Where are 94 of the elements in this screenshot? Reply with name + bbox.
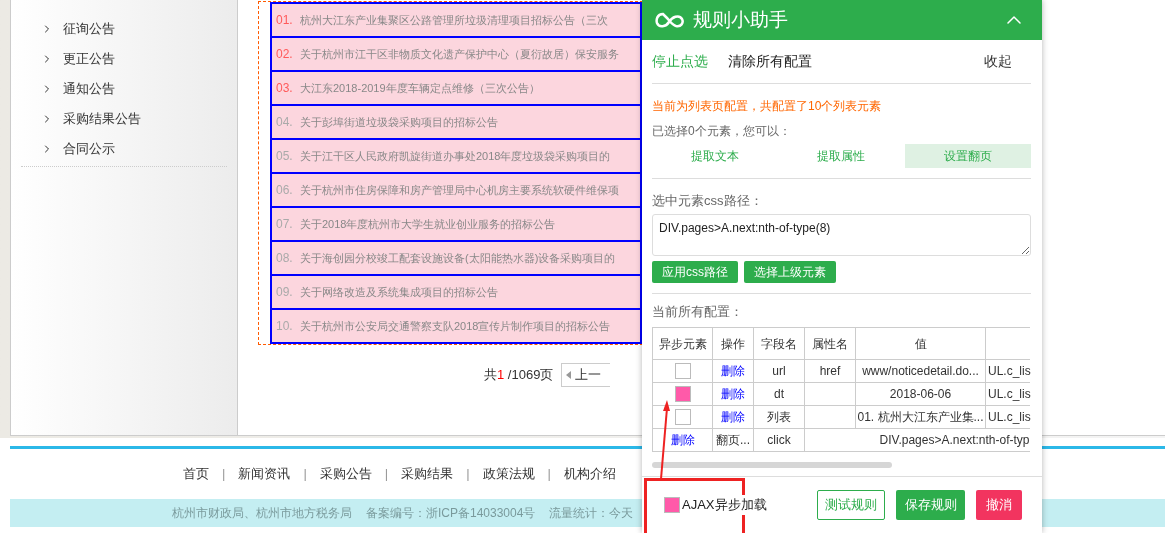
nav-separator: | [547, 465, 551, 484]
notice-title[interactable]: 关于彭埠街道垃圾袋采购项目的招标公告 [300, 113, 498, 131]
list-row[interactable]: 01. 杭州大江东产业集聚区公路管理所垃圾清理项目招标公告（三次 [270, 2, 642, 38]
caret-icon [566, 371, 572, 379]
item-number: 02. [276, 46, 294, 63]
previous-page-button[interactable]: 上一 [561, 363, 611, 387]
notice-title[interactable]: 关于杭州市公安局交通警察支队2018宣传片制作项目的招标公告 [300, 317, 611, 335]
list-row[interactable]: 03. 大江东2018-2019年度车辆定点维修（三次公告） [270, 70, 642, 106]
selection-info: 已选择0个元素，您可以： [652, 123, 792, 140]
path-button[interactable]: 选择上级元素 [744, 260, 836, 283]
list-row[interactable]: 10. 关于杭州市公安局交通警察支队2018宣传片制作项目的招标公告 [270, 308, 642, 344]
action-button[interactable]: 撤消 [976, 490, 1022, 520]
notice-title[interactable]: 杭州大江东产业集聚区公路管理所垃圾清理项目招标公告（三次 [300, 11, 608, 29]
css-path-field[interactable]: DIV.pages>A.next:nth-of-type(8) [652, 213, 1031, 256]
column-header: 属性名 [804, 327, 856, 360]
list-row[interactable]: 02. 关于杭州市江干区非物质文化遗产保护中心（夏衍故居）保安服务 [270, 36, 642, 72]
list-row[interactable]: 04. 关于彭埠街道垃圾袋采购项目的招标公告 [270, 104, 642, 140]
footer-link[interactable]: 采购公告 [319, 464, 372, 484]
column-header: 字段名 [753, 327, 805, 360]
list-row[interactable]: 09. 关于网络改造及系统集成项目的招标公告 [270, 274, 642, 310]
table-cell: url [772, 364, 786, 378]
table-cell: DIV.pages>A.next:nth-of-typ [879, 433, 1030, 447]
table-cell: UL.c_lis [988, 364, 1031, 378]
nav-separator: | [303, 465, 307, 484]
checkbox[interactable] [664, 497, 680, 513]
item-number: 08. [276, 250, 294, 267]
scrollbar[interactable] [652, 462, 892, 468]
sidebar-item[interactable]: 通知公告 [63, 79, 115, 99]
action-link[interactable]: 停止点选 [652, 51, 708, 72]
footer-link[interactable]: 首页 [183, 464, 209, 484]
table-cell: 翻页... [716, 433, 750, 447]
notice-title[interactable]: 关于杭州市住房保障和房产管理局中心机房主要系统软硬件维保项 [300, 181, 619, 199]
checkbox[interactable] [674, 386, 691, 402]
item-number: 10. [276, 318, 294, 335]
table-cell: 01. 杭州大江东产业集... [857, 410, 984, 424]
notice-title[interactable]: 大江东2018-2019年度车辆定点维修（三次公告） [300, 79, 540, 97]
footer-info: 流量统计：今天 [549, 505, 634, 522]
collapse-link[interactable]: 收起 [984, 51, 1012, 72]
notice-title[interactable]: 关于海创园分校竣工配套设施设备(太阳能热水器)设备采购项目的 [300, 249, 616, 267]
nav-separator: | [222, 465, 226, 484]
mode-tab[interactable]: 设置翻页 [904, 144, 1031, 168]
mode-tab[interactable]: 提取文本 [652, 144, 779, 168]
sidebar-item[interactable]: 采购结果公告 [63, 109, 141, 129]
table-cell: 2018-06-06 [889, 387, 952, 401]
checkbox[interactable] [674, 409, 691, 425]
section-label: 当前所有配置： [652, 302, 744, 321]
notice-title[interactable]: 关于网络改造及系统集成项目的招标公告 [300, 283, 498, 301]
sidebar-item[interactable]: 更正公告 [63, 49, 115, 69]
column-header: 操作 [712, 327, 754, 360]
list-row[interactable]: 05. 关于江干区人民政府凯旋街道办事处2018年度垃圾袋采购项目的 [270, 138, 642, 174]
action-button[interactable]: 保存规则 [896, 490, 965, 520]
footer-link[interactable]: 政策法规 [482, 464, 535, 484]
item-number: 01. [276, 12, 294, 29]
cloud-icon [654, 11, 685, 29]
column-header: 值 [855, 327, 986, 360]
footer-link[interactable]: 新闻资讯 [238, 464, 291, 484]
footer-info: 备案编号：浙ICP备14033004号 [366, 505, 536, 522]
item-number: 03. [276, 80, 294, 97]
item-number: 04. [276, 114, 294, 131]
footer-info: 杭州市财政局、杭州市地方税务局 [172, 505, 352, 522]
table-cell: UL.c_lis [988, 387, 1031, 401]
table-cell: 列表 [767, 410, 791, 424]
item-number: 07. [276, 216, 294, 233]
checkbox-label: AJAX异步加载 [682, 495, 767, 515]
checkbox[interactable] [674, 363, 691, 379]
item-number: 09. [276, 284, 294, 301]
action-button[interactable]: 测试规则 [817, 490, 885, 520]
list-row[interactable]: 07. 关于2018年度杭州市大学生就业创业服务的招标公告 [270, 206, 642, 242]
notice-title[interactable]: 关于2018年度杭州市大学生就业创业服务的招标公告 [300, 215, 556, 233]
mode-tab[interactable]: 提取属性 [778, 144, 905, 168]
field-label: 选中元素css路径： [652, 192, 764, 210]
nav-separator: | [384, 465, 389, 484]
action-link[interactable]: 清除所有配置 [728, 51, 812, 72]
path-button[interactable]: 应用css路径 [652, 260, 738, 283]
notice-title[interactable]: 关于江干区人民政府凯旋街道办事处2018年度垃圾袋采购项目的 [300, 147, 611, 165]
sidebar-item[interactable]: 合同公示 [63, 139, 115, 159]
table-cell: UL.c_lis [988, 410, 1031, 424]
item-number: 05. [276, 148, 294, 165]
panel-title: 规则小助手 [693, 7, 788, 32]
column-header: 异步元素 [652, 327, 713, 360]
sidebar-item[interactable]: 征询公告 [63, 19, 115, 39]
list-row[interactable]: 06. 关于杭州市住房保障和房产管理局中心机房主要系统软硬件维保项 [270, 172, 642, 208]
footer-link[interactable]: 机构介绍 [563, 464, 616, 484]
notice-title[interactable]: 关于杭州市江干区非物质文化遗产保护中心（夏衍故居）保安服务 [300, 45, 619, 63]
list-row[interactable]: 08. 关于海创园分校竣工配套设施设备(太阳能热水器)设备采购项目的 [270, 240, 642, 276]
nav-separator: | [466, 465, 470, 484]
table-cell: href [819, 364, 841, 378]
footer-link[interactable]: 采购结果 [401, 464, 454, 484]
table-cell: click [767, 433, 791, 447]
config-notice: 当前为列表页配置，共配置了10个列表元素 [652, 98, 883, 115]
table-cell: www/noticedetail.do... [862, 364, 979, 378]
item-number: 06. [276, 182, 294, 199]
table-cell: dt [774, 387, 784, 401]
page-count: 共1 /1069页 [484, 366, 554, 385]
